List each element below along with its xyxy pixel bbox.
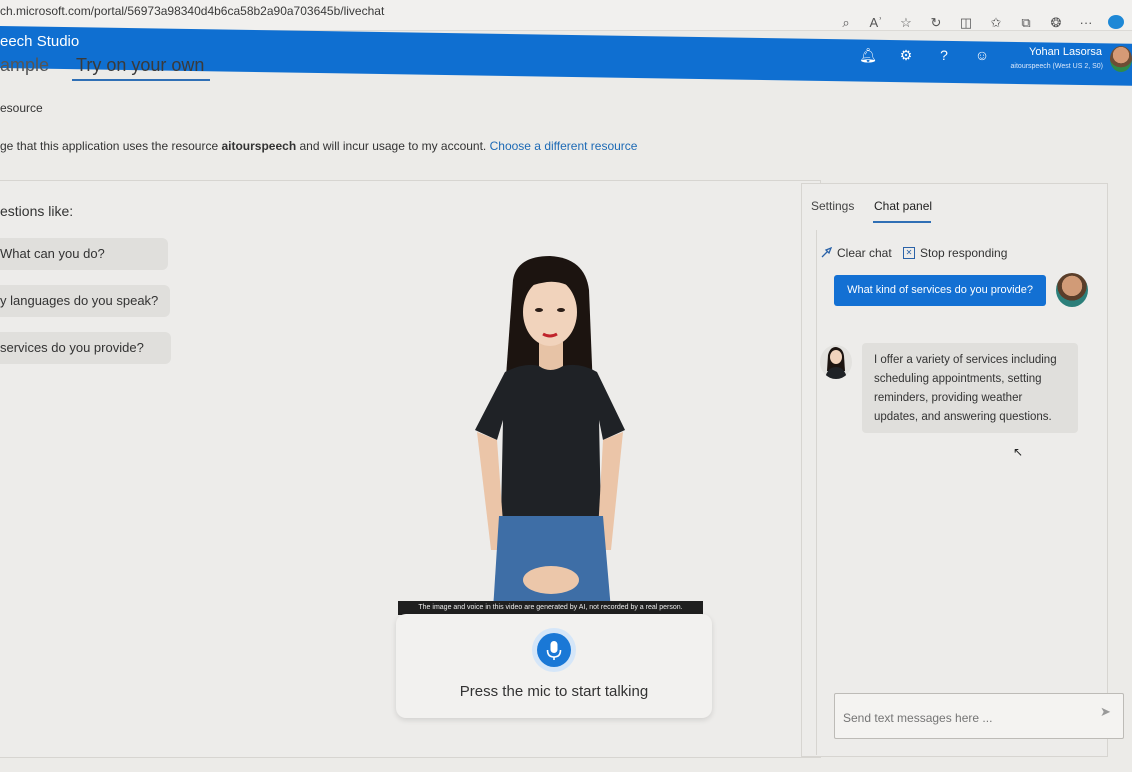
app-name[interactable]: eech Studio (0, 33, 79, 50)
question-chip[interactable]: y languages do you speak? (0, 285, 170, 317)
mouse-cursor-icon: ↖ (1013, 445, 1024, 459)
header-icons: 🔔︎ ⚙ ? ☺ (858, 47, 992, 64)
broom-icon (821, 247, 832, 258)
consent-suffix: and will incur usage to my account. (296, 139, 490, 153)
questions-label: estions like: (0, 203, 74, 219)
message-input[interactable] (843, 711, 1083, 725)
stop-responding-button[interactable]: ✕ Stop responding (903, 246, 1007, 260)
user-resource: aitourspeech (West US 2, S0) (1010, 63, 1103, 70)
ai-disclaimer-caption: The image and voice in this video are ge… (398, 601, 703, 615)
clear-chat-button[interactable]: Clear chat (820, 246, 892, 260)
ai-avatar-video (475, 256, 625, 610)
tab-sample[interactable]: ample (0, 55, 49, 76)
question-chip[interactable]: What can you do? (0, 238, 168, 270)
bot-message-bubble: I offer a variety of services including … (862, 343, 1078, 433)
resource-consent: ge that this application uses the resour… (0, 139, 637, 153)
gear-icon[interactable]: ⚙ (896, 47, 916, 64)
stop-responding-label: Stop responding (920, 246, 1008, 260)
feedback-icon[interactable]: ☺ (972, 47, 992, 64)
mic-button[interactable] (537, 633, 571, 667)
tab-settings[interactable]: Settings (811, 199, 854, 213)
user-chat-avatar (1056, 273, 1088, 307)
microphone-icon (546, 641, 562, 660)
edge-copilot-icon[interactable] (1108, 15, 1124, 32)
send-icon[interactable]: ➤ (1100, 704, 1111, 720)
tab-chat-panel[interactable]: Chat panel (874, 199, 932, 213)
favorites-icon[interactable]: ✩ (988, 15, 1004, 32)
clear-chat-label: Clear chat (837, 246, 892, 260)
chat-area (816, 230, 1122, 755)
read-aloud-icon[interactable]: Aʾ (868, 15, 884, 32)
stop-icon: ✕ (903, 247, 915, 259)
bot-chat-avatar (820, 345, 852, 379)
zoom-icon[interactable]: ⌕ (838, 15, 854, 32)
user-message-bubble: What kind of services do you provide? (834, 275, 1046, 306)
extensions-icon[interactable]: ❂ (1048, 15, 1064, 32)
choose-resource-link[interactable]: Choose a different resource (490, 139, 638, 153)
resource-heading: esource (0, 101, 43, 115)
refresh-icon[interactable]: ↻ (928, 15, 944, 32)
mic-instruction: Press the mic to start talking (459, 683, 649, 700)
consent-prefix: ge that this application uses the resour… (0, 139, 222, 153)
browser-icons: ⌕ Aʾ ☆ ↻ ◫ ✩ ⧉ ❂ ··· (838, 15, 1124, 32)
address-bar[interactable]: ch.microsoft.com/portal/56973a98340d4b6c… (0, 4, 384, 18)
user-avatar[interactable] (1110, 46, 1132, 72)
question-chip[interactable]: services do you provide? (0, 332, 171, 364)
active-tab-indicator (72, 79, 210, 81)
bell-icon[interactable]: 🔔︎ (858, 47, 878, 64)
collections-icon[interactable]: ⧉ (1018, 15, 1034, 32)
split-icon[interactable]: ◫ (958, 15, 974, 32)
help-icon[interactable]: ? (934, 47, 954, 64)
favorite-icon[interactable]: ☆ (898, 15, 914, 32)
user-name[interactable]: Yohan Lasorsa (1020, 46, 1102, 58)
active-chat-tab-indicator (873, 221, 931, 223)
more-icon[interactable]: ··· (1078, 15, 1094, 32)
tab-try-on-your-own[interactable]: Try on your own (76, 55, 204, 76)
resource-name: aitourspeech (221, 139, 297, 153)
